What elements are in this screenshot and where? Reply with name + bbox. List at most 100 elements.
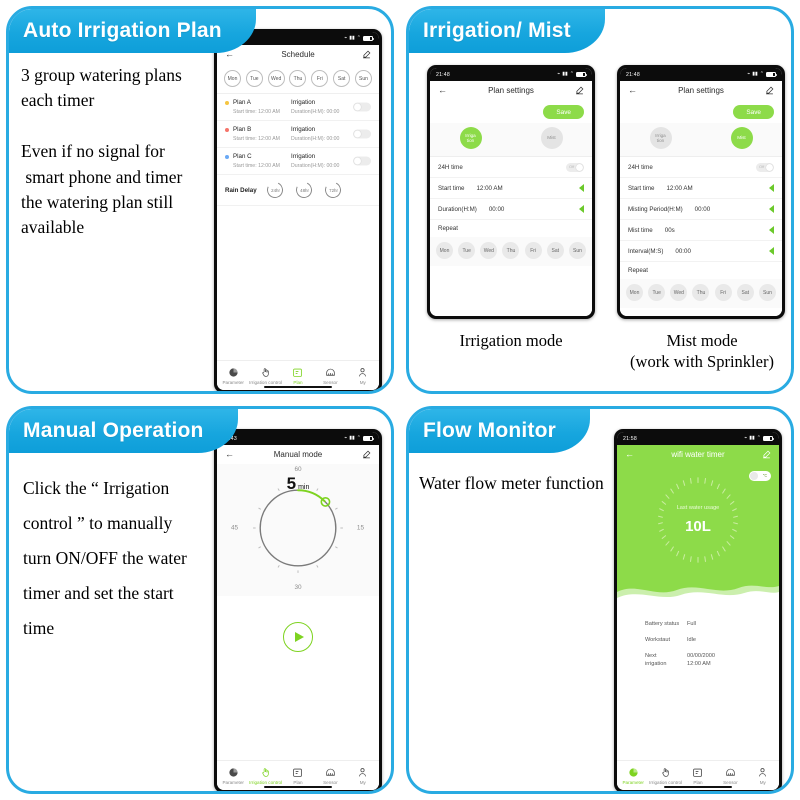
plan-toggle[interactable] (353, 129, 371, 139)
day-chip-tue[interactable]: Tue (458, 242, 476, 259)
nav-item-sensor[interactable]: Sensor (314, 767, 346, 785)
day-chip-sat[interactable]: Sat (333, 70, 351, 87)
rain-delay-24hr[interactable]: 24hr (264, 179, 285, 201)
play-button-icon[interactable] (283, 622, 313, 652)
nav-item-parameter[interactable]: Parameter (217, 367, 249, 385)
pencil-icon[interactable] (362, 50, 371, 59)
day-chip-sun[interactable]: Sun (568, 242, 586, 259)
plan-toggle[interactable] (353, 156, 371, 166)
chevron-right-icon[interactable] (769, 184, 774, 192)
nav-item-parameter[interactable]: Parameter (217, 767, 249, 785)
plan-color-dot (225, 154, 229, 159)
status-time: 21:48 (436, 71, 450, 78)
nav-item-parameter[interactable]: Parameter (617, 767, 649, 785)
setting-row-mist-time[interactable]: Mist time 00s (620, 220, 782, 241)
nav-item-irrigation-control[interactable]: Irrigation control (249, 367, 282, 385)
day-chip-sat[interactable]: Sat (546, 242, 564, 259)
panel-banner: Irrigation/ Mist (409, 9, 605, 53)
plan-name: Plan C (233, 153, 252, 160)
day-chip-mon[interactable]: Mon (626, 284, 643, 301)
page-title: wifi water timer (671, 450, 725, 459)
day-chip-sun[interactable]: Sun (354, 70, 372, 87)
day-chip-wed[interactable]: Wed (267, 70, 285, 87)
mode-label-line2: Mist (547, 135, 556, 141)
day-chip-tue[interactable]: Tue (648, 284, 666, 301)
status-key: Workstaut (645, 637, 671, 644)
setting-row-24h-time[interactable]: 24H time Off (430, 157, 592, 178)
pencil-icon[interactable] (362, 450, 371, 459)
chevron-right-icon[interactable] (769, 226, 774, 234)
pencil-icon[interactable] (762, 450, 771, 459)
day-chip-thu[interactable]: Thu (289, 70, 307, 87)
mode-button-mist[interactable]: Mist (540, 127, 563, 149)
plan-mode: Irrigation (291, 99, 316, 106)
pencil-icon[interactable] (765, 86, 774, 95)
nav-item-plan[interactable]: Plan (282, 367, 314, 385)
setting-value: 00:00 (694, 205, 711, 213)
nav-item-plan[interactable]: Plan (682, 767, 714, 785)
day-chip-mon[interactable]: Mon (436, 242, 453, 259)
bottom-navigation: Parameter Irrigation control Plan Sensor… (217, 760, 379, 790)
nav-item-sensor[interactable]: Sensor (714, 767, 746, 785)
weekday-selector[interactable]: Mon Tue Wed Thu Fri Sat Sun (217, 64, 379, 94)
plan-row[interactable]: Plan C Irrigation Start time: 12:00 AM D… (217, 148, 379, 175)
setting-row-24h-time[interactable]: 24H time Off (620, 157, 782, 178)
24h-time-toggle[interactable]: Off (756, 162, 774, 172)
panel-irrigation-mist: Irrigation/ Mist 21:48 ⌁ ▮▮ ⌃ ← Plan set… (400, 0, 800, 400)
panel-banner: Manual Operation (9, 409, 238, 453)
back-arrow-icon[interactable]: ← (625, 450, 634, 459)
mode-label-line2: Mist (737, 135, 746, 141)
wifi-icon: ⌃ (756, 435, 761, 441)
day-chip-tue[interactable]: Tue (245, 70, 263, 87)
setting-row-misting-period[interactable]: Misting Period(H:M) 00:00 (620, 199, 782, 220)
day-chip-sat[interactable]: Sat (736, 284, 754, 301)
dial-tick-45: 45 (231, 524, 239, 532)
plan-row[interactable]: Plan A Irrigation Start time: 12:00 AM D… (217, 94, 379, 121)
rain-delay-72hr[interactable]: 72hr (322, 179, 343, 201)
chevron-right-icon[interactable] (769, 205, 774, 213)
day-chip-sun[interactable]: Sun (758, 284, 776, 301)
day-chip-fri[interactable]: Fri (524, 242, 542, 259)
chevron-right-icon[interactable] (579, 205, 584, 213)
plan-toggle[interactable] (353, 102, 371, 112)
chevron-right-icon[interactable] (579, 184, 584, 192)
usage-caption: Last water usage (676, 505, 720, 511)
nav-item-irrigation-control[interactable]: Irrigation control (249, 767, 282, 785)
nav-item-my[interactable]: My (747, 767, 779, 785)
nav-label: My (359, 779, 366, 785)
rain-delay-48hr[interactable]: 48hr (293, 179, 314, 201)
panel-frame: Irrigation/ Mist 21:48 ⌁ ▮▮ ⌃ ← Plan set… (406, 6, 794, 394)
day-chip-fri[interactable]: Fri (311, 70, 329, 87)
setting-row-start-time[interactable]: Start time 12:00 AM (430, 178, 592, 199)
plan-row[interactable]: Plan B Irrigation Start time: 12:00 AM D… (217, 121, 379, 148)
nav-item-irrigation-control[interactable]: Irrigation control (649, 767, 682, 785)
day-chip-wed[interactable]: Wed (480, 242, 498, 259)
day-chip-thu[interactable]: Thu (692, 284, 710, 301)
mode-button-irrigation[interactable]: Irriga tion (649, 127, 672, 149)
nav-item-plan[interactable]: Plan (282, 767, 314, 785)
back-arrow-icon[interactable]: ← (628, 86, 637, 95)
mode-button-irrigation[interactable]: Irriga tion (459, 127, 482, 149)
setting-row-duration[interactable]: Duration(H:M) 00:00 (430, 199, 592, 220)
duration-dial[interactable]: 5 min 60 15 30 45 (231, 466, 364, 591)
nav-item-sensor[interactable]: Sensor (314, 367, 346, 385)
day-chip-mon[interactable]: Mon (224, 70, 241, 87)
save-button[interactable]: Save (543, 105, 584, 119)
rain-delay-label: Rain Delay (225, 186, 257, 194)
back-arrow-icon[interactable]: ← (438, 86, 447, 95)
mode-button-mist[interactable]: Mist (730, 127, 753, 149)
pencil-icon[interactable] (575, 86, 584, 95)
chevron-right-icon[interactable] (769, 247, 774, 255)
day-chip-wed[interactable]: Wed (670, 284, 688, 301)
setting-row-interval[interactable]: Interval(M:S) 00:00 (620, 241, 782, 262)
status-row-next-irrigation: Next irrigation 00/00/2000 12:00 AM (645, 652, 779, 668)
status-value: 00/00/2000 12:00 AM (687, 653, 715, 668)
day-chip-thu[interactable]: Thu (502, 242, 520, 259)
setting-row-start-time[interactable]: Start time 12:00 AM (620, 178, 782, 199)
nav-item-my[interactable]: My (347, 767, 379, 785)
save-button[interactable]: Save (733, 105, 774, 119)
nav-item-my[interactable]: My (347, 367, 379, 385)
day-chip-fri[interactable]: Fri (714, 284, 732, 301)
back-arrow-icon[interactable]: ← (225, 450, 234, 459)
24h-time-toggle[interactable]: Off (566, 162, 584, 172)
